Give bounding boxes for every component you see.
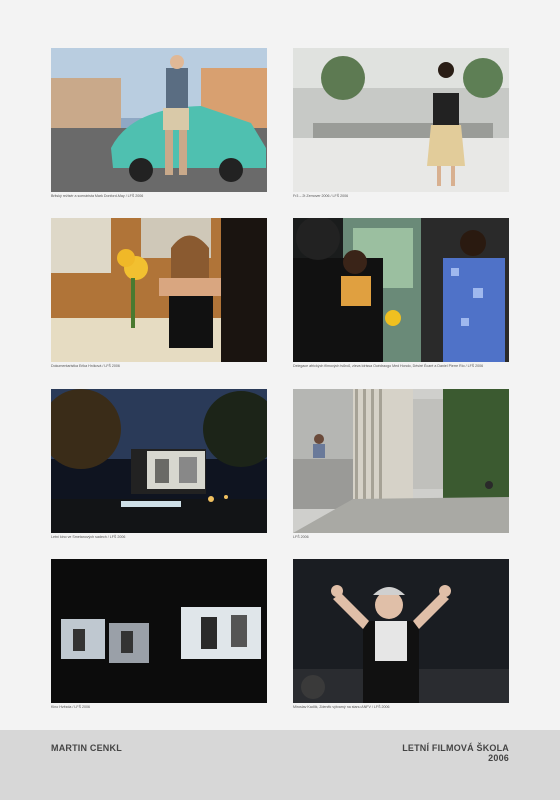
photo-building-walkway [293,389,509,533]
photo-woman-with-sunflowers [51,218,267,362]
photo-woman-standing [293,48,509,192]
photo-caption: LFŠ 2006 [293,535,309,539]
photo-caption: Kino Hvězda / LFŠ 2006 [51,705,90,709]
author-name: MARTIN CENKL [51,743,122,753]
photo-man-with-car [51,48,267,192]
photo-man-raising-arms [293,559,509,703]
photo-caption: Dokumentaristka Erika Hníková / LFŠ 2006 [51,364,120,368]
photo-caption: Letní kino ve Smetanových sadech / LFŠ 2… [51,535,126,539]
photo-caption: Delegace afrických filmových tvůrců, zle… [293,364,484,368]
photo-caption: Miroslav Kadlík, Zdeněk výtvarný na stan… [293,705,390,709]
photo-caption: Britský režisér a scenárista Mark Donfor… [51,194,144,198]
footer-bar: MARTIN CENKL LETNÍ FILMOVÁ ŠKOLA 2006 [0,730,560,800]
photo-cinema-screens [51,559,267,703]
photo-caption: Fr3 – 2t Zemover 2006 / LFŠ 2006 [293,194,349,198]
photo-african-delegation [293,218,509,362]
photo-open-air-cinema [51,389,267,533]
event-name: LETNÍ FILMOVÁ ŠKOLA [402,743,509,753]
event-year: 2006 [488,753,509,763]
event-title: LETNÍ FILMOVÁ ŠKOLA 2006 [402,743,509,763]
